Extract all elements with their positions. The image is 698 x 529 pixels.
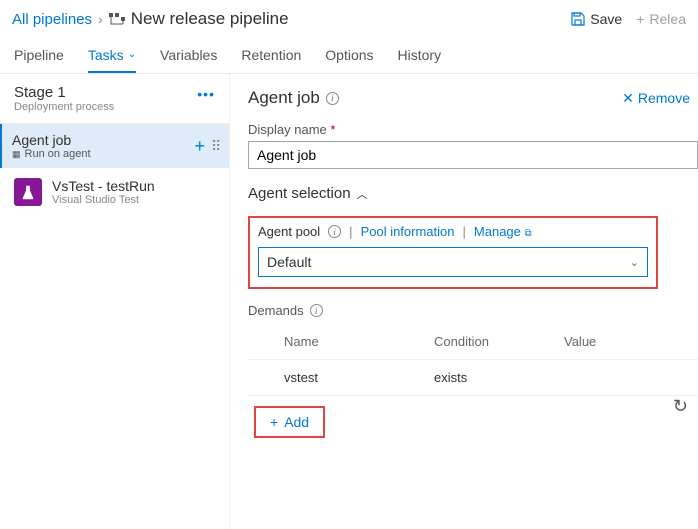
add-task-button[interactable]: +	[194, 136, 205, 157]
tab-tasks-label: Tasks	[88, 47, 124, 63]
breadcrumb: All pipelines › New release pipeline	[12, 9, 571, 29]
pipeline-icon	[109, 11, 125, 27]
save-label: Save	[590, 11, 622, 27]
agent-pool-value: Default	[267, 254, 311, 270]
stage-subtitle: Deployment process	[14, 101, 114, 113]
col-value: Value	[564, 334, 684, 349]
detail-title-text: Agent job	[248, 88, 320, 108]
tab-options[interactable]: Options	[325, 38, 373, 73]
breadcrumb-root-link[interactable]: All pipelines	[12, 11, 92, 28]
col-name: Name	[284, 334, 434, 349]
breadcrumb-title: New release pipeline	[131, 9, 289, 29]
more-actions-button[interactable]: •••	[197, 84, 215, 102]
agent-selection-header[interactable]: Agent selection ︿	[248, 185, 698, 202]
detail-header: Agent job i ✕ Remove	[248, 88, 698, 108]
tab-tasks[interactable]: Tasks ⌄	[88, 38, 136, 73]
manage-link[interactable]: Manage ⧉	[474, 224, 532, 239]
add-label: Add	[284, 414, 309, 430]
demands-table-header: Name Condition Value	[248, 324, 698, 360]
drag-handle-icon[interactable]: ⠿	[211, 144, 219, 148]
task-row-vstest[interactable]: VsTest - testRun Visual Studio Test	[0, 168, 229, 216]
close-icon: ✕	[622, 90, 634, 107]
task-title: VsTest - testRun	[52, 178, 155, 194]
demands-table-row[interactable]: vstest exists	[248, 360, 698, 396]
demands-table: Name Condition Value vstest exists	[248, 324, 698, 396]
left-pane: Stage 1 Deployment process ••• Agent job…	[0, 74, 230, 529]
server-icon: ▦	[12, 149, 21, 160]
top-bar: All pipelines › New release pipeline Sav…	[0, 0, 698, 38]
agent-pool-row: Agent pool i | Pool information | Manage…	[258, 224, 648, 239]
agent-job-row[interactable]: Agent job ▦ Run on agent + ⠿	[0, 124, 229, 168]
flask-icon	[14, 178, 42, 206]
chevron-up-icon: ︿	[357, 186, 368, 202]
chevron-down-icon: ⌄	[128, 49, 136, 60]
task-subtitle: Visual Studio Test	[52, 194, 155, 206]
agent-pool-label: Agent pool	[258, 224, 320, 239]
cell-value	[564, 370, 684, 385]
pool-information-link[interactable]: Pool information	[361, 224, 455, 239]
info-icon[interactable]: i	[326, 92, 339, 105]
save-icon	[571, 12, 585, 26]
add-demand-button[interactable]: + Add	[254, 406, 325, 438]
save-button[interactable]: Save	[571, 11, 622, 27]
cell-condition: exists	[434, 370, 564, 385]
stage-title: Stage 1	[14, 84, 114, 101]
remove-button[interactable]: ✕ Remove	[622, 90, 690, 107]
main-content: Stage 1 Deployment process ••• Agent job…	[0, 74, 698, 529]
breadcrumb-separator: ›	[98, 11, 103, 27]
external-link-icon: ⧉	[525, 228, 532, 239]
detail-pane: Agent job i ✕ Remove Display name * Agen…	[230, 74, 698, 529]
refresh-button[interactable]: ↻	[673, 396, 688, 417]
tab-retention[interactable]: Retention	[241, 38, 301, 73]
col-condition: Condition	[434, 334, 564, 349]
info-icon[interactable]: i	[310, 304, 323, 317]
display-name-input[interactable]	[248, 141, 698, 169]
display-name-label: Display name *	[248, 122, 698, 137]
tab-pipeline[interactable]: Pipeline	[14, 38, 64, 73]
tab-bar: Pipeline Tasks ⌄ Variables Retention Opt…	[0, 38, 698, 74]
demands-label: Demands i	[248, 303, 698, 318]
agent-pool-select[interactable]: Default ⌄	[258, 247, 648, 277]
plus-icon: +	[270, 414, 278, 430]
stage-header: Stage 1 Deployment process •••	[0, 74, 229, 124]
info-icon[interactable]: i	[328, 225, 341, 238]
remove-label: Remove	[638, 90, 690, 106]
plus-small-icon: +	[636, 11, 644, 27]
cell-name: vstest	[284, 370, 434, 385]
release-label: Relea	[649, 11, 686, 27]
agent-job-title: Agent job	[12, 132, 91, 148]
release-button[interactable]: + Relea	[636, 11, 686, 27]
top-actions: Save + Relea	[571, 11, 686, 27]
tab-history[interactable]: History	[398, 38, 442, 73]
tab-variables[interactable]: Variables	[160, 38, 217, 73]
chevron-down-icon: ⌄	[630, 256, 639, 269]
agent-pool-highlight: Agent pool i | Pool information | Manage…	[248, 216, 658, 289]
agent-job-subtitle: ▦ Run on agent	[12, 148, 91, 160]
